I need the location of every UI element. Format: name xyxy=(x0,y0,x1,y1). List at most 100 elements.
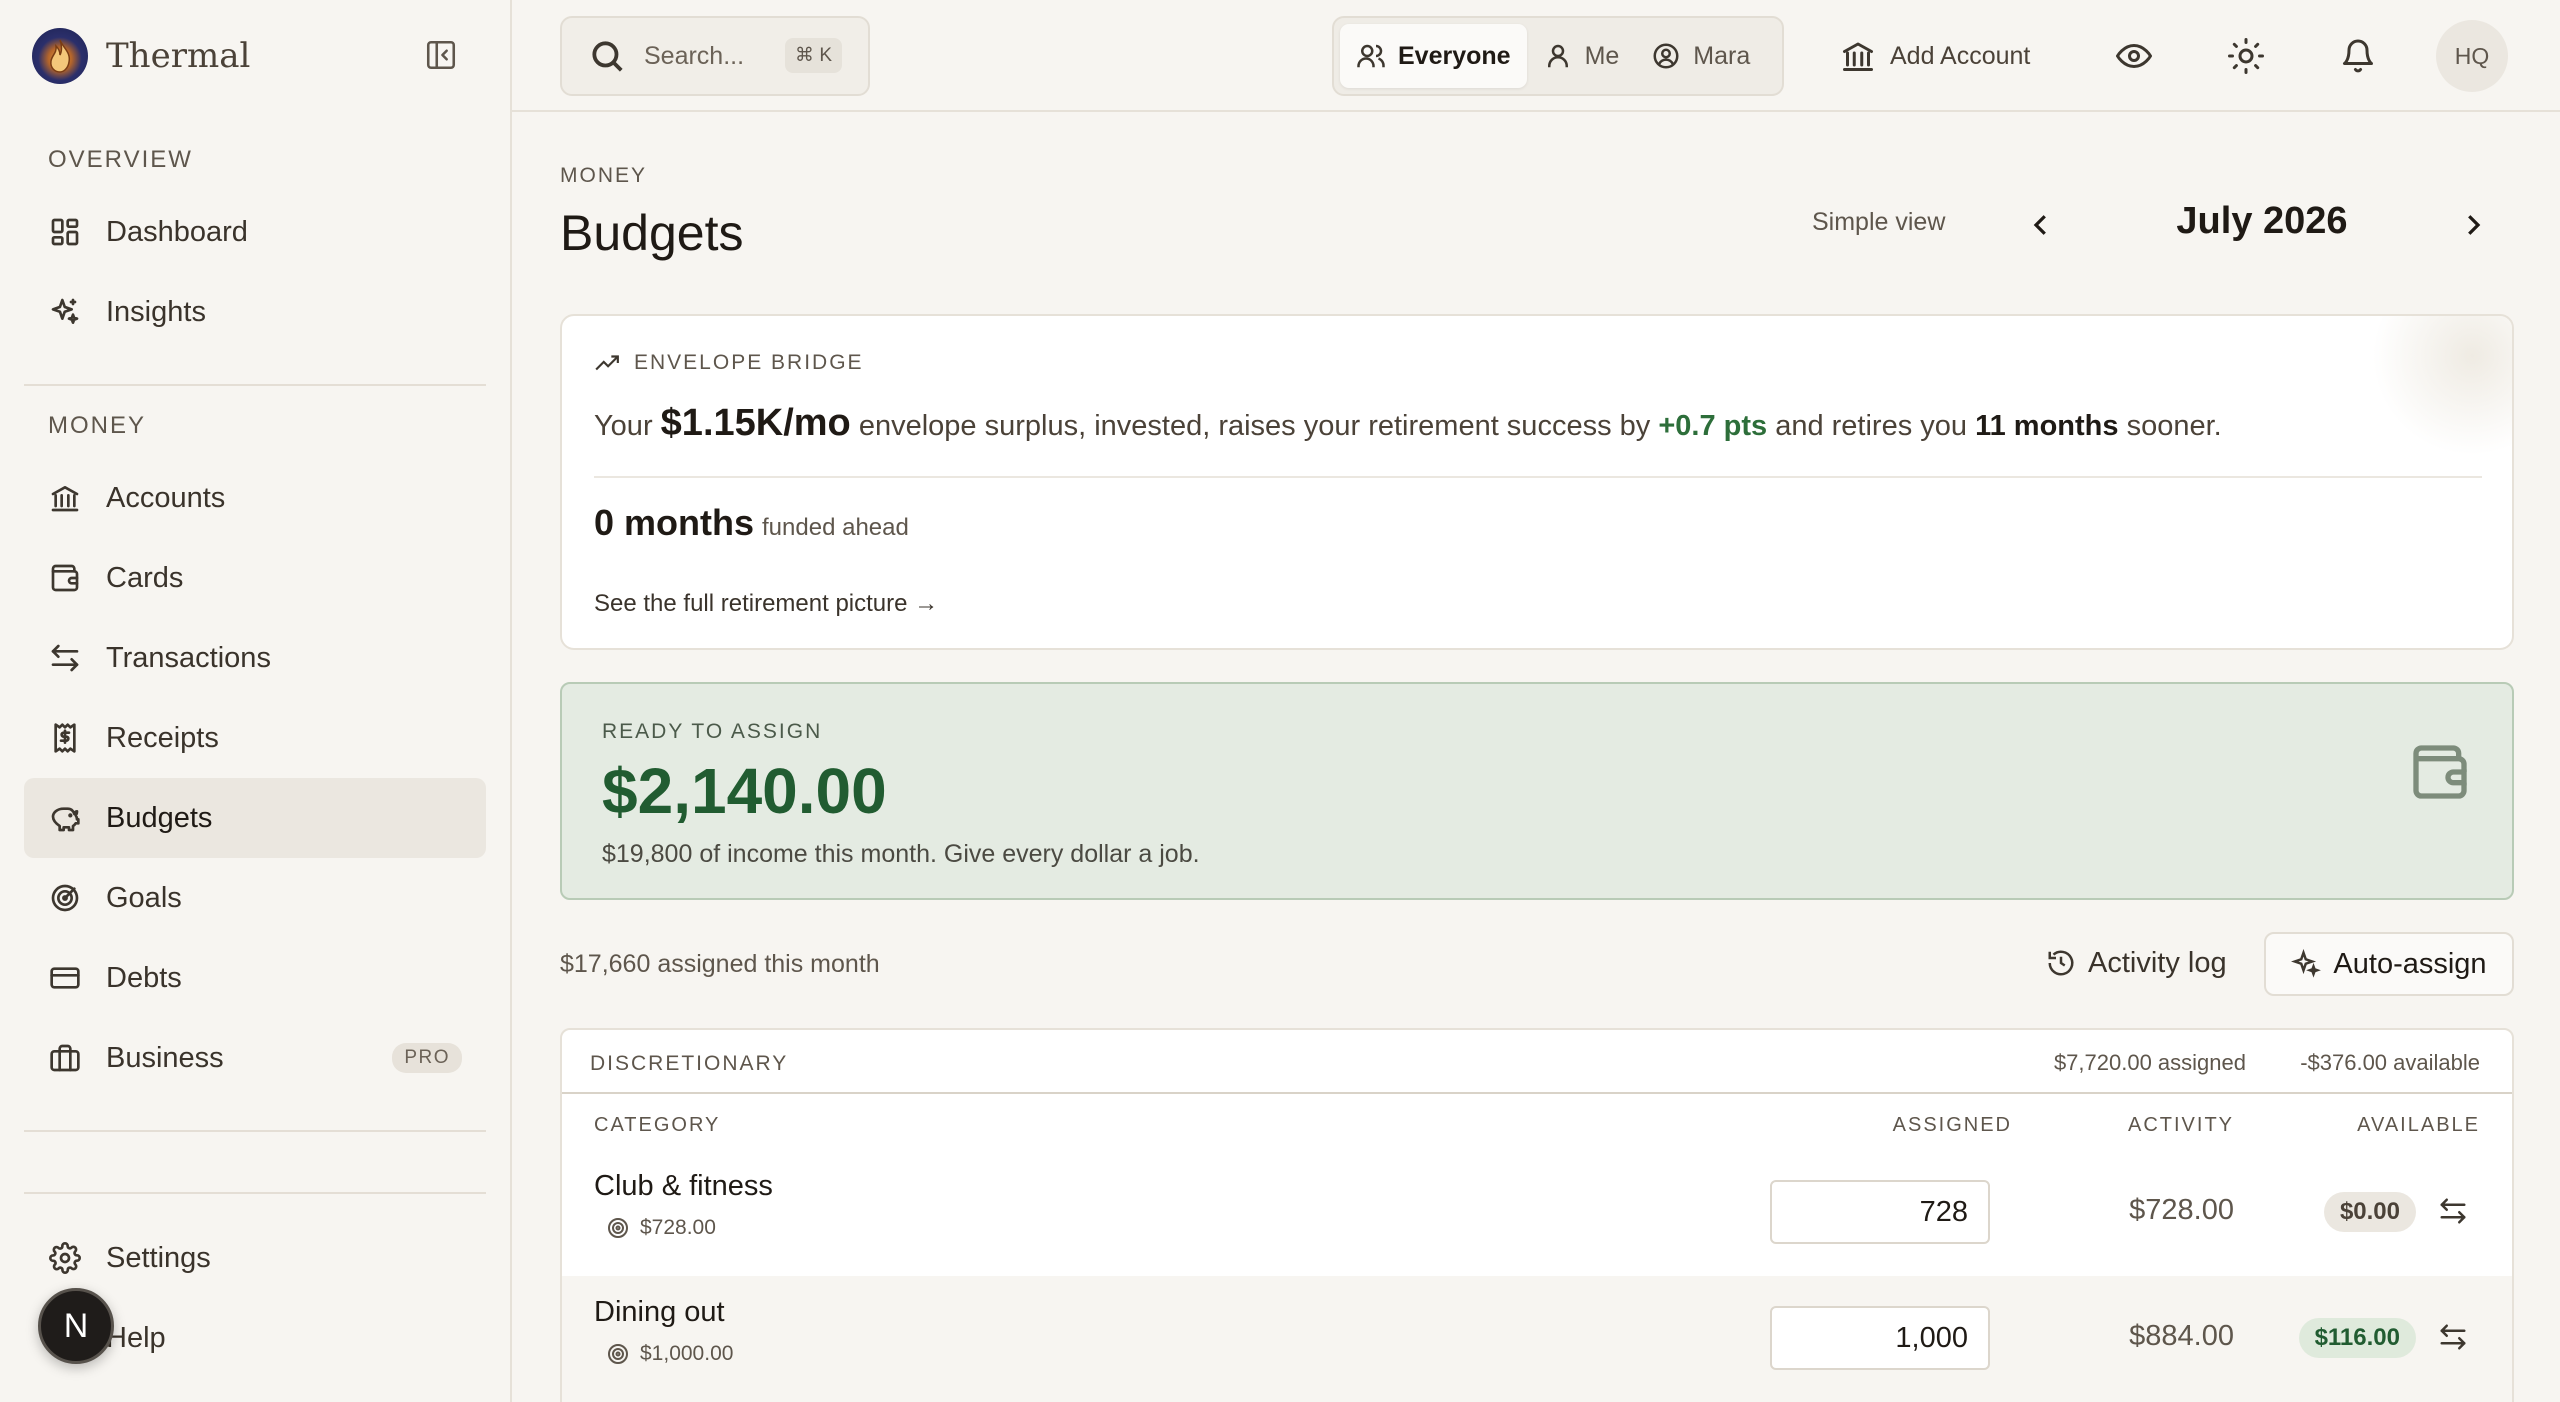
activity-log-label: Activity log xyxy=(2088,946,2227,979)
scope-mara[interactable]: Mara xyxy=(1635,24,1766,88)
current-month: July 2026 xyxy=(2176,200,2348,242)
available-badge[interactable]: $116.00 xyxy=(2298,1318,2416,1358)
available-badge[interactable]: $0.00 xyxy=(2323,1192,2416,1232)
sidebar-item-settings[interactable]: Settings xyxy=(24,1218,486,1298)
activity-log-button[interactable]: Activity log xyxy=(2046,932,2227,994)
sidebar-item-label: Settings xyxy=(106,1241,211,1274)
user-icon xyxy=(1547,44,1568,68)
sidebar-item-label: Insights xyxy=(106,295,206,328)
sidebar: Thermal OVERVIEW Dashboard Insights MONE… xyxy=(0,0,512,1402)
collapse-sidebar-icon[interactable] xyxy=(424,38,458,72)
transfer-icon xyxy=(2440,1324,2466,1350)
bridge-points: +0.7 pts xyxy=(1658,410,1768,442)
ready-to-assign-card: READY TO ASSIGN $2,140.00 $19,800 of inc… xyxy=(560,682,2514,900)
month-navigator: July 2026 xyxy=(2012,190,2524,260)
next-month-button[interactable] xyxy=(2458,210,2488,240)
receipt-icon xyxy=(48,721,82,755)
category-name: Dining out xyxy=(594,1296,725,1328)
sidebar-item-debts[interactable]: Debts xyxy=(24,938,486,1018)
group-name: DISCRETIONARY xyxy=(590,1052,789,1075)
group-available: -$376.00 available xyxy=(2300,1050,2480,1075)
page-title: Budgets xyxy=(560,205,744,261)
flame-logo-icon xyxy=(32,28,88,84)
sidebar-item-accounts[interactable]: Accounts xyxy=(24,458,486,538)
bank-icon xyxy=(48,481,82,515)
search-input[interactable]: Search... ⌘ K xyxy=(560,16,870,96)
scope-label: Mara xyxy=(1693,41,1751,70)
sidebar-item-cards[interactable]: Cards xyxy=(24,538,486,618)
sidebar-divider xyxy=(24,1192,486,1194)
envelope-bridge-card: ENVELOPE BRIDGE Your $1.15K/mo envelope … xyxy=(560,314,2514,650)
card-glow xyxy=(2372,316,2512,456)
sidebar-item-business[interactable]: Business PRO xyxy=(24,1018,486,1098)
privacy-toggle[interactable] xyxy=(2116,26,2152,86)
search-placeholder: Search... xyxy=(644,41,745,70)
move-money-button[interactable] xyxy=(2438,1322,2468,1352)
bridge-surplus: $1.15K/mo xyxy=(660,402,851,444)
notifications-button[interactable] xyxy=(2340,26,2376,86)
theme-toggle[interactable] xyxy=(2228,26,2264,86)
ready-eyebrow: READY TO ASSIGN xyxy=(602,720,823,743)
sidebar-item-transactions[interactable]: Transactions xyxy=(24,618,486,698)
target-amount: $1,000.00 xyxy=(640,1342,734,1365)
sidebar-item-label: Transactions xyxy=(106,641,271,674)
bridge-summary: Your $1.15K/mo envelope surplus, investe… xyxy=(594,402,2222,445)
brand[interactable]: Thermal xyxy=(32,26,250,86)
history-icon xyxy=(2048,950,2074,976)
auto-assign-label: Auto-assign xyxy=(2333,947,2487,980)
sidebar-item-dashboard[interactable]: Dashboard xyxy=(24,192,486,272)
assigned-input[interactable] xyxy=(1770,1306,1990,1370)
pro-badge: PRO xyxy=(392,1043,462,1073)
chevron-right-icon xyxy=(2468,215,2481,235)
sidebar-item-budgets[interactable]: Budgets xyxy=(24,778,486,858)
wallet-icon xyxy=(48,561,82,595)
section-title-overview: OVERVIEW xyxy=(48,146,193,173)
sidebar-item-label: Goals xyxy=(106,881,182,914)
user-circle-icon xyxy=(1653,43,1679,69)
bridge-text-prefix: Your xyxy=(594,410,653,442)
target-icon xyxy=(608,1218,628,1238)
account-avatar[interactable]: HQ xyxy=(2436,20,2508,92)
scope-label: Everyone xyxy=(1398,41,1511,70)
column-header-category: CATEGORY xyxy=(594,1114,721,1136)
sparkles-icon xyxy=(2291,949,2322,978)
sidebar-divider xyxy=(24,1130,486,1132)
funded-value: 0 months xyxy=(594,502,755,543)
scope-switcher: Everyone Me Mara xyxy=(1332,16,1784,96)
topbar: Search... ⌘ K Everyone Me Mara Add Accou… xyxy=(512,0,2560,112)
sidebar-item-insights[interactable]: Insights xyxy=(24,272,486,352)
scope-me[interactable]: Me xyxy=(1527,24,1636,88)
add-account-label: Add Account xyxy=(1890,41,2031,70)
move-money-button[interactable] xyxy=(2438,1196,2468,1226)
column-header-available: AVAILABLE xyxy=(2357,1114,2480,1136)
bridge-header: ENVELOPE BRIDGE xyxy=(594,350,864,376)
sidebar-item-receipts[interactable]: Receipts xyxy=(24,698,486,778)
category-target: $1,000.00 xyxy=(606,1342,733,1366)
simple-view-toggle[interactable]: Simple view xyxy=(1812,208,1945,237)
add-account-button[interactable]: Add Account xyxy=(1840,26,2030,86)
chevron-left-icon xyxy=(2033,215,2046,235)
retirement-picture-link[interactable]: See the full retirement picture → xyxy=(594,590,938,618)
group-header[interactable]: DISCRETIONARY $7,720.00 assigned -$376.0… xyxy=(562,1030,2512,1094)
credit-card-icon xyxy=(48,961,82,995)
prev-month-button[interactable] xyxy=(2026,210,2056,240)
assigned-this-month: $17,660 assigned this month xyxy=(560,950,880,978)
bridge-title: ENVELOPE BRIDGE xyxy=(634,351,864,374)
scope-everyone[interactable]: Everyone xyxy=(1340,24,1527,88)
target-icon xyxy=(608,1344,628,1364)
search-shortcut: ⌘ K xyxy=(785,38,842,73)
sun-icon xyxy=(2228,38,2264,74)
table-row[interactable]: Club & fitness $728.00 $728.00 $0.00 xyxy=(562,1150,2512,1276)
users-icon xyxy=(1357,44,1385,68)
gear-icon xyxy=(48,1241,82,1275)
auto-assign-button[interactable]: Auto-assign xyxy=(2264,932,2514,996)
column-header-assigned: ASSIGNED xyxy=(1892,1114,2012,1136)
sparkles-icon xyxy=(48,295,82,329)
table-row[interactable]: Dining out $1,000.00 $884.00 $116.00 xyxy=(562,1276,2512,1402)
ready-amount: $2,140.00 xyxy=(602,755,887,827)
sidebar-divider xyxy=(24,384,486,386)
sidebar-item-goals[interactable]: Goals xyxy=(24,858,486,938)
assigned-input[interactable] xyxy=(1770,1180,1990,1244)
user-avatar[interactable]: N xyxy=(38,1288,114,1364)
wallet-icon xyxy=(2408,740,2472,804)
